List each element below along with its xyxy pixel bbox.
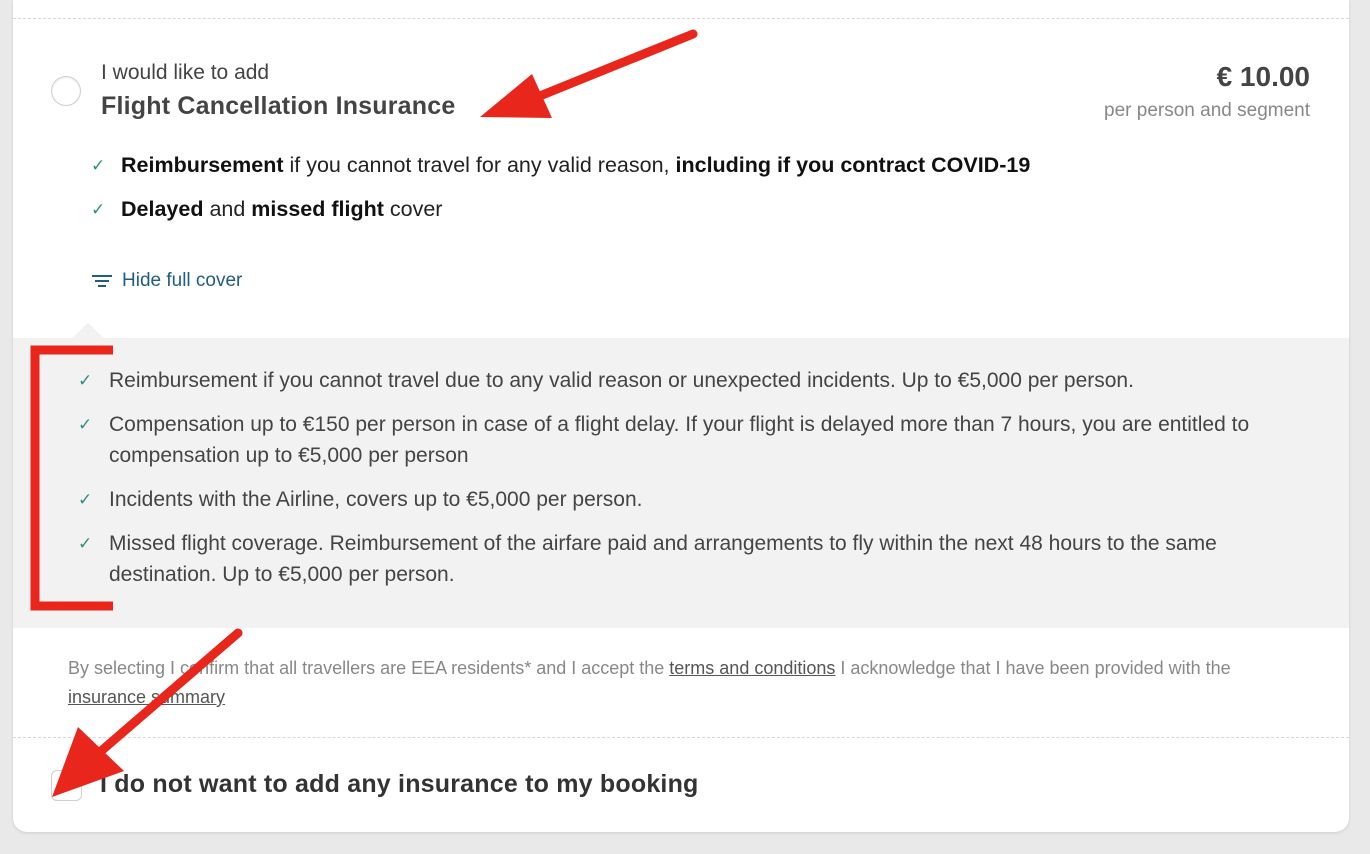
insurance-radio[interactable] [51,76,81,106]
highlight-item: ✓ Delayed and missed flight cover [91,197,443,221]
divider [13,737,1349,738]
opt-out-checkbox[interactable]: ✓ [51,770,82,801]
cover-item: ✓ Reimbursement if you cannot travel due… [78,365,1318,396]
check-icon: ✓ [78,490,93,509]
opt-out-label[interactable]: I do not want to add any insurance to my… [100,770,699,799]
highlight-item: ✓ Reimbursement if you cannot travel for… [91,153,1031,177]
price-unit: per person and segment [1104,100,1310,121]
check-icon: ✓ [78,534,93,553]
filter-icon [92,272,112,290]
price: € 10.00 [1216,61,1310,92]
offer-intro: I would like to add [101,61,270,84]
cover-item: ✓ Compensation up to €150 per person in … [78,409,1318,471]
divider [13,18,1349,19]
check-icon: ✓ [91,199,106,219]
terms-link[interactable]: terms and conditions [669,658,835,678]
product-title: Flight Cancellation Insurance [101,92,456,120]
hide-full-cover-button[interactable]: Hide full cover [92,270,242,292]
cover-item: ✓ Incidents with the Airline, covers up … [78,484,1318,515]
check-icon: ✓ [78,371,93,390]
panel-notch [72,322,104,354]
full-cover-panel: ✓ Reimbursement if you cannot travel due… [13,322,1349,628]
toggle-label: Hide full cover [122,270,243,291]
insurance-summary-link[interactable]: insurance summary [68,687,225,707]
check-icon: ✓ [91,155,106,175]
checkmark-icon: ✓ [59,775,74,795]
cover-item: ✓ Missed flight coverage. Reimbursement … [78,528,1318,590]
insurance-card: I would like to add Flight Cancellation … [13,0,1349,832]
legal-text: By selecting I confirm that all travelle… [68,658,1231,707]
check-icon: ✓ [78,415,93,434]
